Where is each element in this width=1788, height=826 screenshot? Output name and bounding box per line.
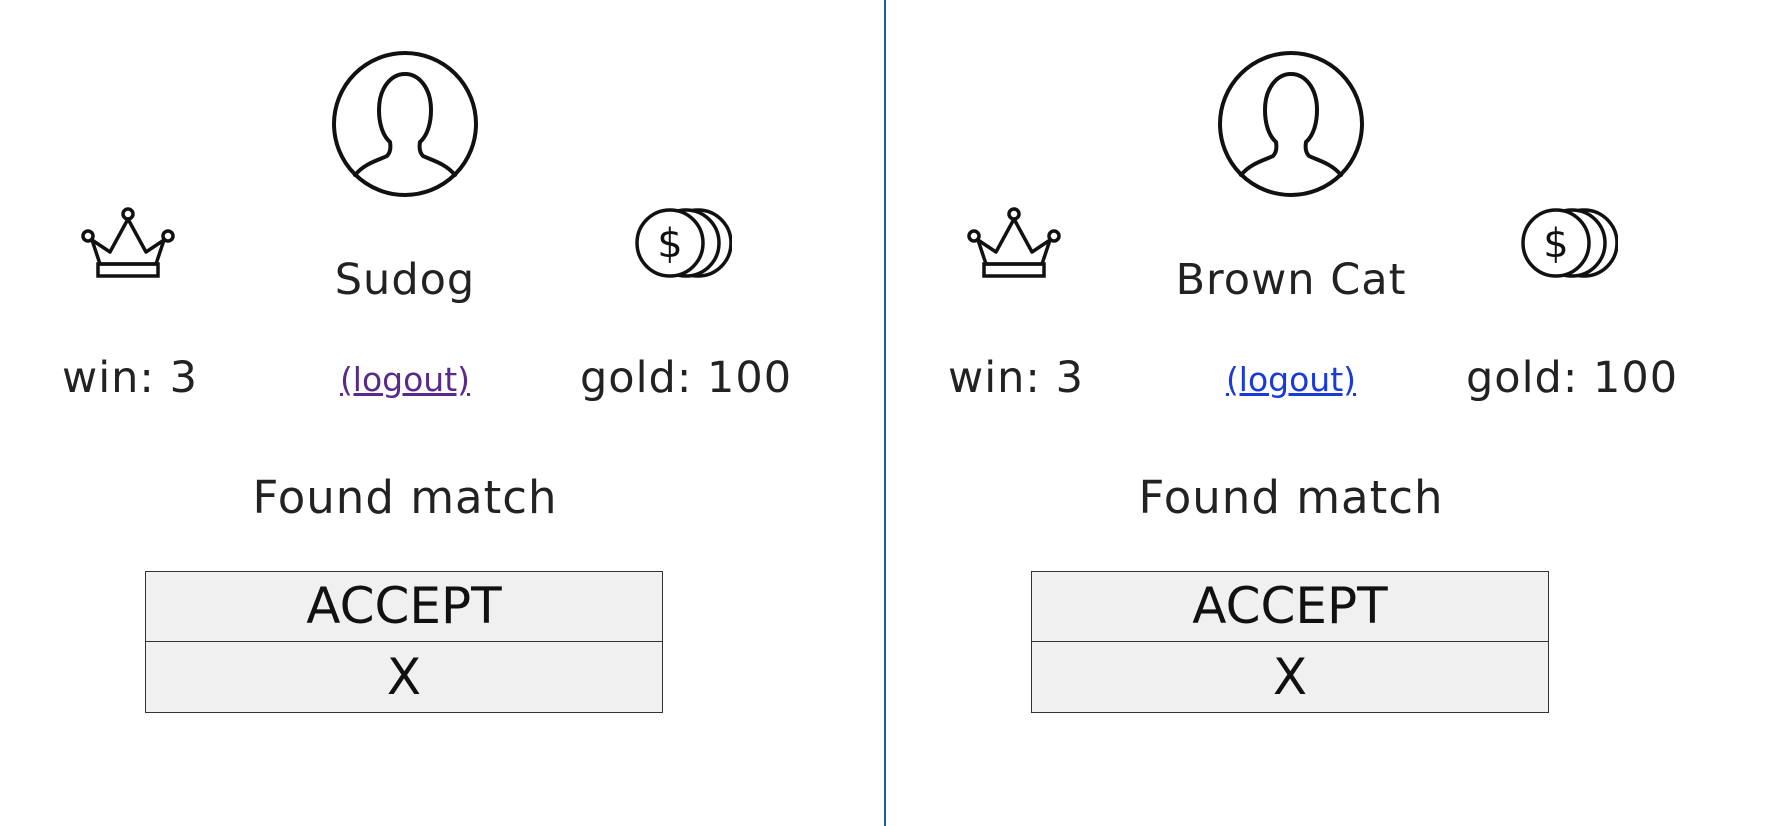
- logout-link[interactable]: (logout): [1186, 358, 1396, 402]
- match-status: Found match: [1138, 471, 1444, 524]
- svg-text:$: $: [657, 221, 682, 267]
- svg-text:$: $: [1543, 221, 1568, 267]
- user-avatar-icon: [332, 51, 478, 197]
- player-name: Brown Cat: [1175, 255, 1407, 305]
- win-count: win: 3: [62, 353, 198, 403]
- accept-button[interactable]: ACCEPT: [145, 571, 663, 642]
- player-panel-right: $ Brown Cat win: 3 (logout) gold: 100 Fo…: [886, 0, 1770, 826]
- decline-button[interactable]: X: [1031, 642, 1549, 713]
- player-panel-left: $ Sudog win: 3 (logout) gold: 100 Found …: [0, 0, 884, 826]
- match-actions: ACCEPT X: [145, 571, 663, 713]
- logout-link[interactable]: (logout): [300, 358, 510, 402]
- coins-icon: $: [1521, 208, 1618, 278]
- accept-button[interactable]: ACCEPT: [1031, 571, 1549, 642]
- match-actions: ACCEPT X: [1031, 571, 1549, 713]
- match-status: Found match: [252, 471, 558, 524]
- decline-button[interactable]: X: [145, 642, 663, 713]
- player-name: Sudog: [334, 255, 476, 305]
- gold-count: gold: 100: [1466, 353, 1679, 403]
- user-avatar-icon: [1218, 51, 1364, 197]
- win-count: win: 3: [948, 353, 1084, 403]
- gold-count: gold: 100: [580, 353, 793, 403]
- crown-icon: [967, 207, 1061, 278]
- crown-icon: [81, 207, 175, 278]
- coins-icon: $: [635, 208, 732, 278]
